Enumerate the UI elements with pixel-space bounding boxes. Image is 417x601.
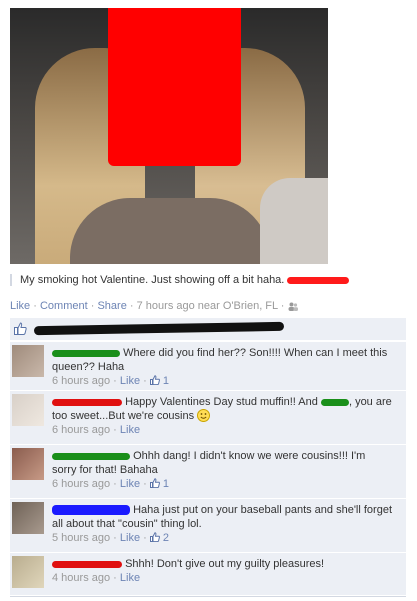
- comment-time[interactable]: 5 hours ago: [52, 532, 110, 544]
- comment-time[interactable]: 6 hours ago: [52, 375, 110, 387]
- comment-item: Where did you find her?? Son!!!! When ca…: [10, 341, 406, 390]
- post-share-link[interactable]: Share: [97, 300, 126, 312]
- photo-shirt: [260, 178, 328, 264]
- friends-icon: [288, 302, 298, 311]
- comment-meta: 6 hours ago · Like: [52, 424, 141, 436]
- divider: [10, 596, 406, 597]
- comment-like-count[interactable]: 1: [163, 375, 169, 387]
- caption-text: My smoking hot Valentine. Just showing o…: [20, 274, 285, 286]
- comment-time[interactable]: 4 hours ago: [52, 572, 110, 584]
- avatar[interactable]: [12, 502, 44, 534]
- comment-time[interactable]: 6 hours ago: [52, 424, 110, 436]
- comment-item: Haha just put on your baseball pants and…: [10, 498, 406, 552]
- smiley-icon: [197, 409, 211, 422]
- face-redaction: [108, 8, 241, 166]
- avatar[interactable]: [12, 448, 44, 480]
- name-redaction: [52, 349, 120, 357]
- comment-like-count[interactable]: 1: [163, 478, 169, 490]
- comment-item: Ohhh dang! I didn't know we were cousins…: [10, 444, 406, 498]
- post-caption: My smoking hot Valentine. Just showing o…: [10, 274, 416, 286]
- caption-redaction: [287, 276, 350, 284]
- avatar[interactable]: [12, 345, 44, 377]
- avatar[interactable]: [12, 394, 44, 426]
- post-photo[interactable]: [10, 8, 328, 264]
- name-redaction: [52, 505, 130, 516]
- comment-time[interactable]: 6 hours ago: [52, 478, 110, 490]
- name-redaction: [52, 560, 122, 568]
- comment-like-link[interactable]: Like: [120, 478, 140, 490]
- thumbs-up-icon: [14, 322, 27, 335]
- separator: ·: [280, 300, 285, 312]
- comment-body: Happy Valentines Day stud muffin!! And ,…: [52, 395, 392, 437]
- comment-body: Shhh! Don't give out my guilty pleasures…: [52, 557, 392, 585]
- avatar[interactable]: [12, 556, 44, 588]
- comment-like-link[interactable]: Like: [120, 375, 140, 387]
- separator: ·: [33, 300, 37, 312]
- comment-meta: 6 hours ago · Like · 1: [52, 375, 170, 387]
- name-redaction: [52, 398, 122, 406]
- comment-item: Shhh! Don't give out my guilty pleasures…: [10, 552, 406, 595]
- separator: ·: [129, 300, 134, 312]
- post-actions: Like · Comment · Share · 7 hours ago nea…: [10, 300, 298, 312]
- name-redaction: [320, 398, 349, 406]
- thumbs-up-icon: [149, 375, 160, 385]
- comment-body: Haha just put on your baseball pants and…: [52, 503, 392, 545]
- comment-like-count[interactable]: 2: [163, 532, 169, 544]
- name-redaction: [52, 452, 130, 460]
- likes-summary: [10, 318, 406, 340]
- comment-like-link[interactable]: Like: [120, 572, 140, 584]
- comment-text: Shhh! Don't give out my guilty pleasures…: [125, 558, 325, 570]
- comment-like-link[interactable]: Like: [120, 424, 140, 436]
- thumbs-up-icon: [149, 532, 160, 542]
- comment-text: Happy Valentines Day stud muffin!! And: [125, 396, 318, 408]
- comment-body: Where did you find her?? Son!!!! When ca…: [52, 346, 392, 388]
- separator: ·: [90, 300, 95, 312]
- photo-clothing: [70, 198, 270, 264]
- comment-item: Happy Valentines Day stud muffin!! And ,…: [10, 390, 406, 444]
- thumbs-up-icon: [149, 478, 160, 488]
- likers-redaction: [33, 321, 285, 336]
- post-comment-link[interactable]: Comment: [40, 300, 88, 312]
- comment-meta: 5 hours ago · Like · 2: [52, 532, 170, 544]
- post-timestamp[interactable]: 7 hours ago near O'Brien, FL: [137, 300, 278, 312]
- comment-body: Ohhh dang! I didn't know we were cousins…: [52, 449, 392, 491]
- comment-like-link[interactable]: Like: [120, 532, 140, 544]
- post-like-link[interactable]: Like: [10, 300, 30, 312]
- comment-meta: 6 hours ago · Like · 1: [52, 478, 170, 490]
- comment-meta: 4 hours ago · Like: [52, 572, 141, 584]
